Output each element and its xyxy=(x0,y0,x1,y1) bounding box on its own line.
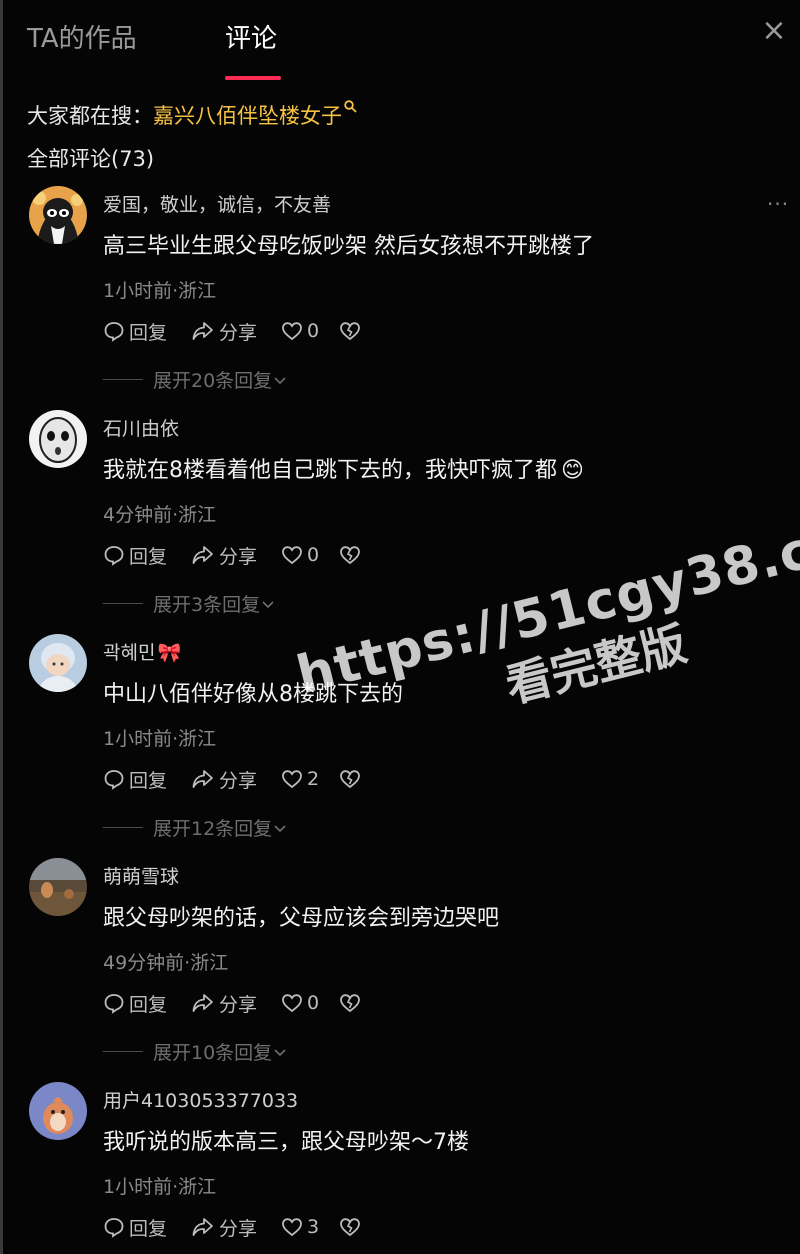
avatar[interactable] xyxy=(29,634,87,692)
broken-heart-icon xyxy=(340,994,360,1013)
comment-text: 我听说的版本高三，跟父母吵架～7楼 xyxy=(103,1130,469,1155)
comment-actions: 回复 分享 0 xyxy=(103,542,365,568)
avatar[interactable] xyxy=(29,410,87,468)
expand-replies[interactable]: 展开10条回复 xyxy=(103,1038,288,1065)
like-button[interactable]: 3 xyxy=(281,1216,339,1238)
chevron-down-icon xyxy=(274,1048,286,1056)
comment-meta: 4分钟前·浙江 xyxy=(103,504,217,526)
comment-actions: 回复 分享 3 xyxy=(103,1214,365,1240)
watermark: https://51cgy38.com 看完整版 xyxy=(291,498,800,764)
like-button[interactable]: 0 xyxy=(281,320,339,342)
share-icon xyxy=(192,546,213,564)
avatar[interactable] xyxy=(29,1082,87,1140)
share-button[interactable]: 分享 xyxy=(191,766,281,793)
reply-button[interactable]: 回复 xyxy=(103,318,191,345)
reply-button[interactable]: 回复 xyxy=(103,766,191,793)
expand-replies[interactable]: 展开12条回复 xyxy=(103,814,288,841)
like-button[interactable]: 0 xyxy=(281,544,339,566)
share-button[interactable]: 分享 xyxy=(191,542,281,569)
heart-icon xyxy=(282,770,302,789)
comment-meta: 1小时前·浙江 xyxy=(103,1176,217,1198)
share-icon xyxy=(192,770,213,788)
heart-icon xyxy=(282,546,302,565)
heart-icon xyxy=(282,322,302,341)
expand-replies[interactable]: 展开3条回复 xyxy=(103,590,276,617)
reply-icon xyxy=(104,1218,124,1238)
chevron-down-icon xyxy=(262,600,274,608)
share-button[interactable]: 分享 xyxy=(191,1214,281,1241)
comment-username[interactable]: 用户4103053377033 xyxy=(103,1086,298,1113)
trending-search-prefix: 大家都在搜： xyxy=(27,104,153,128)
share-button[interactable]: 分享 xyxy=(191,318,281,345)
tab-bar: TA的作品 评论 × xyxy=(3,0,800,80)
close-icon[interactable]: × xyxy=(761,16,787,46)
tab-comments[interactable]: 评论 xyxy=(225,18,277,55)
like-button[interactable]: 0 xyxy=(281,992,339,1014)
share-icon xyxy=(192,994,213,1012)
heart-icon xyxy=(282,994,302,1013)
avatar[interactable] xyxy=(29,186,87,244)
ribbon-emoji: 🎀 xyxy=(157,642,182,664)
comment-meta: 1小时前·浙江 xyxy=(103,728,217,750)
dislike-button[interactable] xyxy=(339,769,365,789)
chevron-down-icon xyxy=(274,824,286,832)
dislike-button[interactable] xyxy=(339,321,365,341)
share-button[interactable]: 分享 xyxy=(191,990,281,1017)
dislike-button[interactable] xyxy=(339,993,365,1013)
broken-heart-icon xyxy=(340,546,360,565)
watermark-caption: 看完整版 xyxy=(500,616,692,714)
avatar[interactable] xyxy=(29,858,87,916)
search-icon xyxy=(344,100,357,117)
active-tab-indicator xyxy=(225,76,281,80)
share-icon xyxy=(192,322,213,340)
trending-search-term[interactable]: 嘉兴八佰伴坠楼女子 xyxy=(153,104,342,128)
like-button[interactable]: 2 xyxy=(281,768,339,790)
reply-button[interactable]: 回复 xyxy=(103,990,191,1017)
reply-button[interactable]: 回复 xyxy=(103,542,191,569)
broken-heart-icon xyxy=(340,322,360,341)
comment-text: 中山八佰伴好像从8楼跳下去的 xyxy=(103,682,403,707)
comment-username[interactable]: 곽혜민 🎀 xyxy=(103,638,181,665)
reply-icon xyxy=(104,770,124,790)
comment-text: 跟父母吵架的话，父母应该会到旁边哭吧 xyxy=(103,906,500,931)
comment-username[interactable]: 爱国，敬业，诚信，不友善 xyxy=(103,190,331,217)
comment-text: 我就在8楼看着他自己跳下去的，我快吓疯了都 😊 xyxy=(103,458,584,483)
comment-actions: 回复 分享 0 xyxy=(103,318,365,344)
comment-count: 全部评论(73) xyxy=(27,147,155,171)
dislike-button[interactable] xyxy=(339,545,365,565)
reply-icon xyxy=(104,546,124,566)
dislike-button[interactable] xyxy=(339,1217,365,1237)
trending-search[interactable]: 大家都在搜：嘉兴八佰伴坠楼女子 xyxy=(27,100,357,130)
reply-button[interactable]: 回复 xyxy=(103,1214,191,1241)
comments-panel: TA的作品 评论 × 大家都在搜：嘉兴八佰伴坠楼女子 全部评论(73) 爱国，敬… xyxy=(0,0,800,1254)
reply-icon xyxy=(104,322,124,342)
chevron-down-icon xyxy=(274,376,286,384)
tab-works[interactable]: TA的作品 xyxy=(27,18,137,55)
broken-heart-icon xyxy=(340,770,360,789)
expand-replies[interactable]: 展开20条回复 xyxy=(103,366,288,393)
comment-actions: 回复 分享 0 xyxy=(103,990,365,1016)
reply-icon xyxy=(104,994,124,1014)
comment-text: 高三毕业生跟父母吃饭吵架 然后女孩想不开跳楼了 xyxy=(103,234,594,259)
comment-actions: 回复 分享 2 xyxy=(103,766,365,792)
smile-emoji: 😊 xyxy=(561,458,584,483)
broken-heart-icon xyxy=(340,1218,360,1237)
comment-username[interactable]: 石川由依 xyxy=(103,414,179,441)
heart-icon xyxy=(282,1218,302,1237)
comment-meta: 1小时前·浙江 xyxy=(103,280,217,302)
comment-meta: 49分钟前·浙江 xyxy=(103,952,229,974)
more-options-icon[interactable]: ··· xyxy=(767,192,789,216)
share-icon xyxy=(192,1218,213,1236)
comment-username[interactable]: 萌萌雪球 xyxy=(103,862,179,889)
